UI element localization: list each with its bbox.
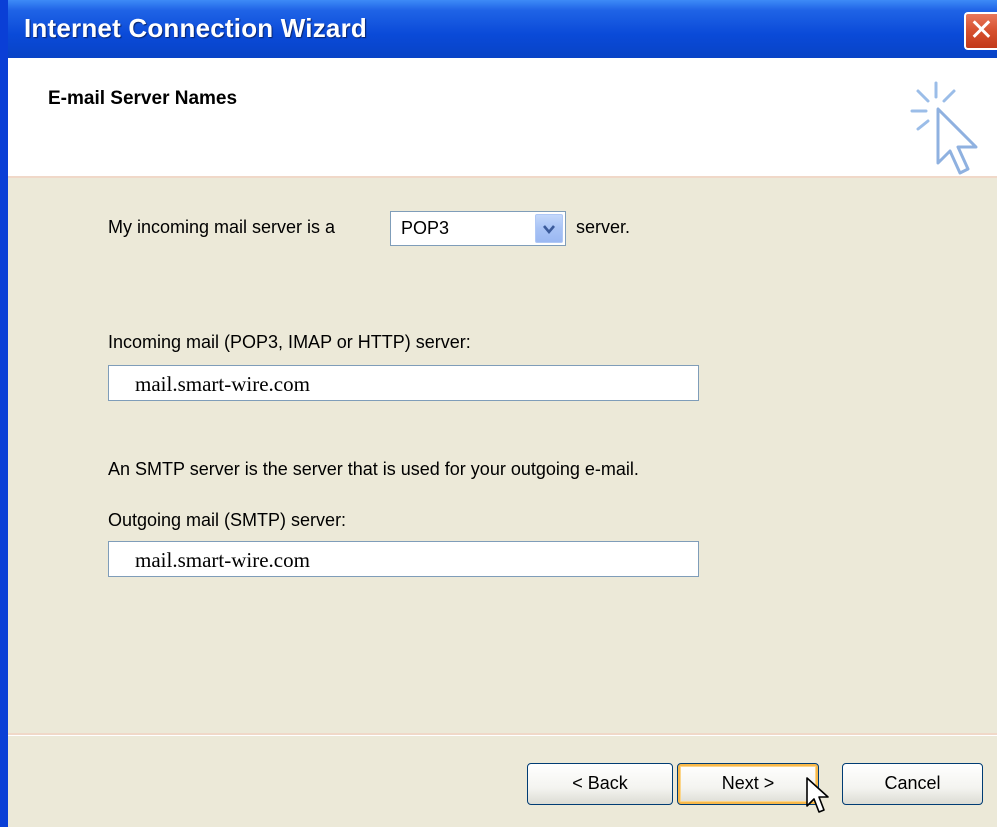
outgoing-server-input[interactable] <box>109 542 698 576</box>
window-title: Internet Connection Wizard <box>24 13 367 43</box>
back-button[interactable]: < Back <box>527 763 673 805</box>
incoming-type-suffix-label: server. <box>576 217 631 237</box>
outgoing-server-field[interactable] <box>108 541 699 577</box>
dropdown-button[interactable] <box>535 214 563 243</box>
close-icon: ✕ <box>968 14 995 47</box>
incoming-server-input[interactable] <box>109 366 698 400</box>
footer-divider <box>8 733 997 736</box>
cancel-button[interactable]: Cancel <box>842 763 983 805</box>
wizard-cursor-sparkle-icon <box>910 81 978 175</box>
incoming-server-label: Incoming mail (POP3, IMAP or HTTP) serve… <box>108 332 471 352</box>
incoming-server-type-select[interactable]: POP3 <box>390 211 566 246</box>
next-button[interactable]: Next > <box>677 763 819 805</box>
wizard-header: E-mail Server Names <box>8 58 997 178</box>
mouse-cursor-icon <box>806 777 829 813</box>
outgoing-server-label: Outgoing mail (SMTP) server: <box>108 510 347 530</box>
smtp-note: An SMTP server is the server that is use… <box>108 459 639 479</box>
incoming-type-prefix-label: My incoming mail server is a <box>108 217 336 237</box>
incoming-server-type-value: POP3 <box>401 218 450 238</box>
incoming-server-field[interactable] <box>108 365 699 401</box>
title-bar[interactable]: Internet Connection Wizard ✕ <box>8 0 997 58</box>
close-button[interactable]: ✕ <box>964 12 997 50</box>
wizard-content: My incoming mail server is a POP3 server… <box>8 178 997 733</box>
page-title: E-mail Server Names <box>48 88 238 109</box>
chevron-down-icon <box>543 225 555 235</box>
wizard-window: Internet Connection Wizard ✕ E-mail Serv… <box>0 0 997 827</box>
